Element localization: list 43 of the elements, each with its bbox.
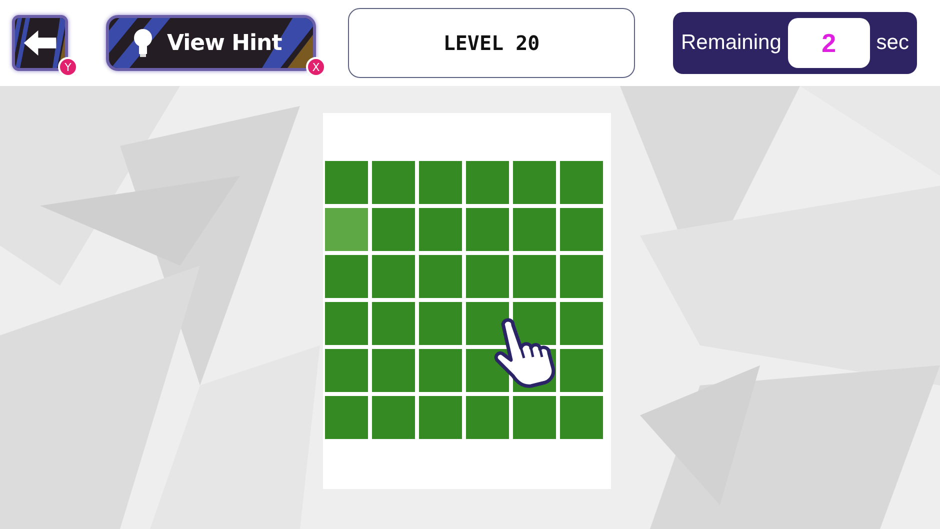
grid-tile[interactable] xyxy=(560,349,603,392)
grid-tile[interactable] xyxy=(513,208,556,251)
grid-tile[interactable] xyxy=(466,302,509,345)
grid-tile[interactable] xyxy=(325,208,368,251)
grid-tile[interactable] xyxy=(325,349,368,392)
badge: Y xyxy=(58,57,78,77)
level-label: LEVEL 20 xyxy=(348,8,635,78)
timer-unit: sec xyxy=(876,31,909,55)
grid-tile[interactable] xyxy=(466,396,509,439)
grid-tile[interactable] xyxy=(419,255,462,298)
grid-tile[interactable] xyxy=(466,161,509,204)
grid-tile[interactable] xyxy=(419,208,462,251)
grid-tile[interactable] xyxy=(419,161,462,204)
grid-tile[interactable] xyxy=(372,396,415,439)
light-bulb-icon xyxy=(133,28,153,58)
grid-tile[interactable] xyxy=(560,396,603,439)
grid-tile[interactable] xyxy=(372,161,415,204)
arrow-left-icon xyxy=(22,28,58,58)
grid-tile[interactable] xyxy=(513,255,556,298)
grid-tile[interactable] xyxy=(560,208,603,251)
grid-tile[interactable] xyxy=(372,349,415,392)
timer-value: 2 xyxy=(788,18,870,68)
grid-tile[interactable] xyxy=(560,302,603,345)
grid-tile[interactable] xyxy=(325,396,368,439)
grid-tile[interactable] xyxy=(325,161,368,204)
grid-tile[interactable] xyxy=(372,302,415,345)
badge: X xyxy=(306,57,326,77)
grid-tile[interactable] xyxy=(513,396,556,439)
timer-label: Remaining xyxy=(681,31,782,55)
grid-tile[interactable] xyxy=(560,255,603,298)
grid-tile[interactable] xyxy=(513,161,556,204)
grid-tile[interactable] xyxy=(419,396,462,439)
grid-tile[interactable] xyxy=(325,302,368,345)
grid-tile[interactable] xyxy=(466,208,509,251)
grid-tile[interactable] xyxy=(372,208,415,251)
grid-tile[interactable] xyxy=(419,349,462,392)
grid-tile[interactable] xyxy=(372,255,415,298)
hand-pointer-icon xyxy=(493,316,557,388)
grid-tile[interactable] xyxy=(560,161,603,204)
grid-tile[interactable] xyxy=(466,255,509,298)
grid-tile[interactable] xyxy=(513,302,556,345)
grid-tile[interactable] xyxy=(419,302,462,345)
grid-tile[interactable] xyxy=(325,255,368,298)
